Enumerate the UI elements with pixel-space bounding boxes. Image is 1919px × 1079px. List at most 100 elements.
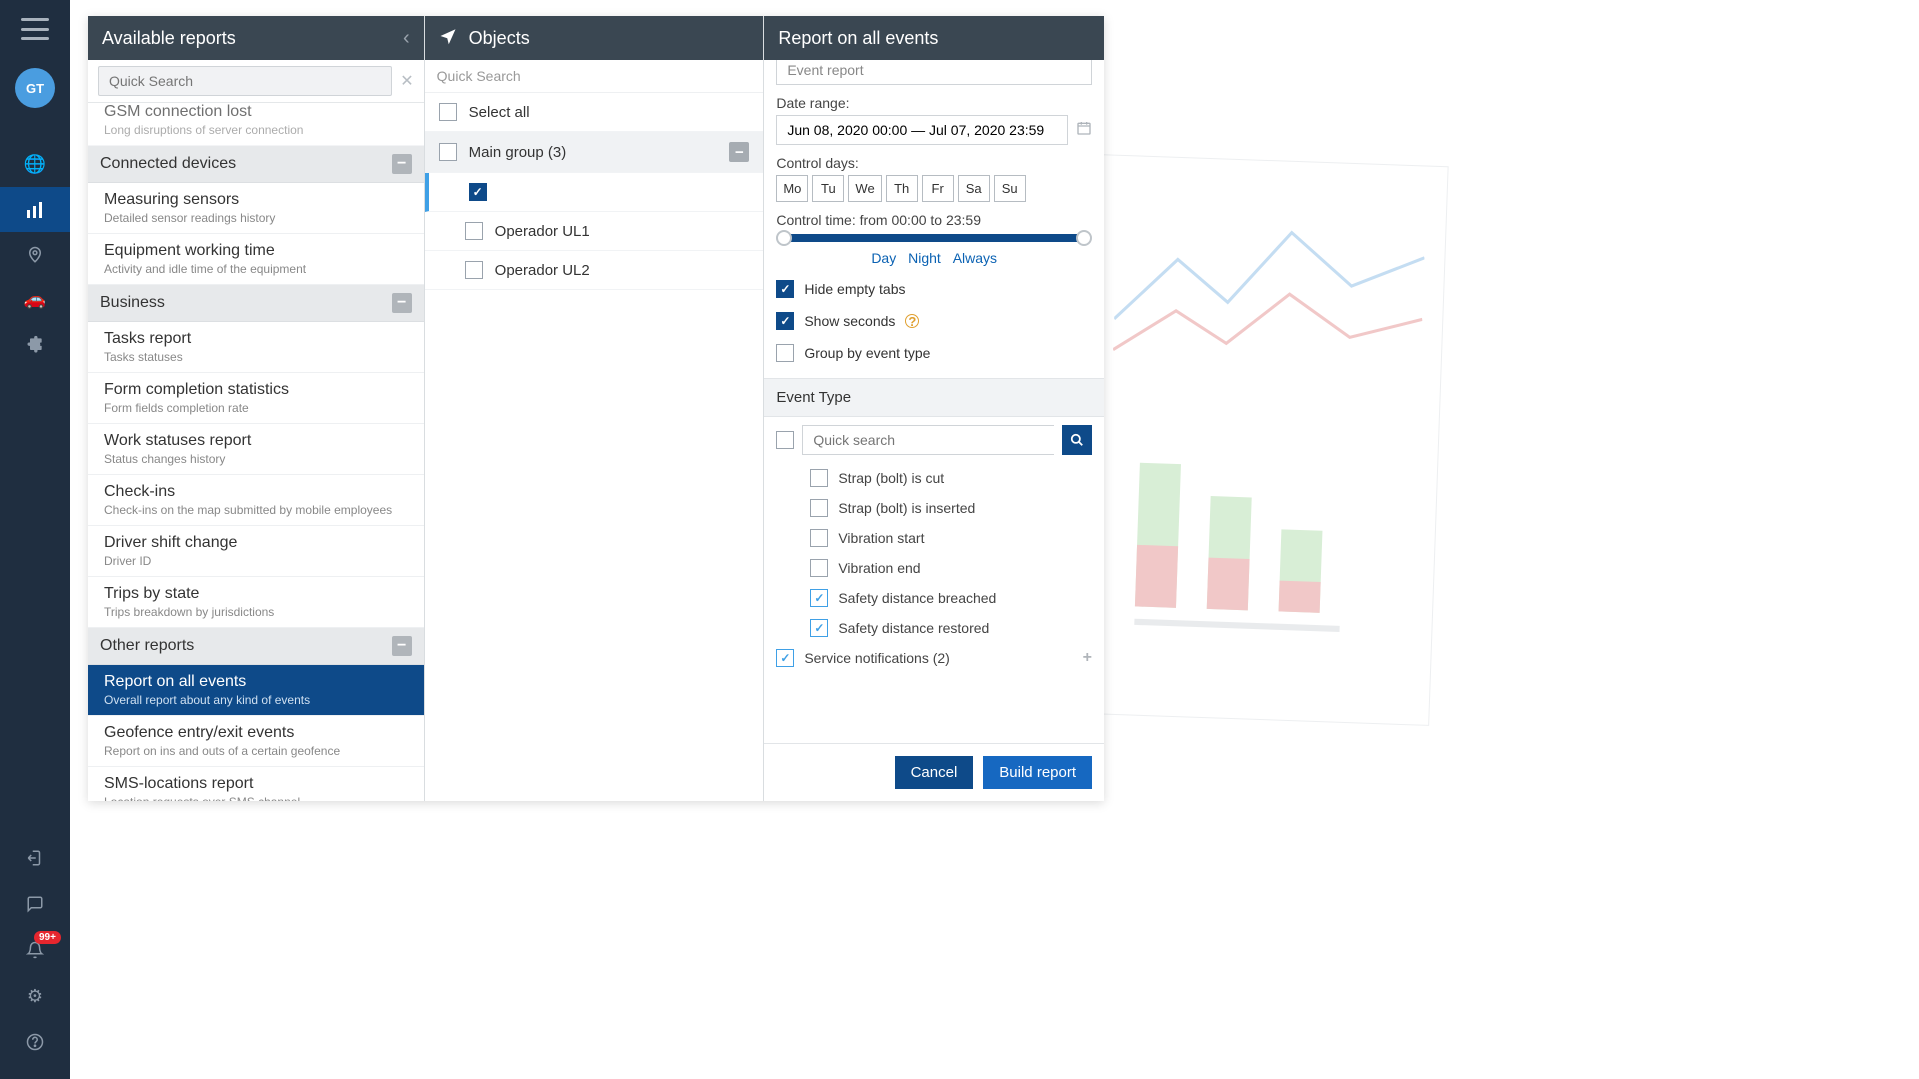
- menu-toggle[interactable]: [21, 18, 49, 40]
- report-item-title: Geofence entry/exit events: [104, 724, 408, 742]
- help-icon[interactable]: [0, 1019, 70, 1065]
- report-group-header[interactable]: Other reports −: [88, 628, 424, 665]
- event-type-row[interactable]: Safety distance breached: [764, 583, 1104, 613]
- event-type-row[interactable]: Strap (bolt) is cut: [764, 463, 1104, 493]
- event-type-checkbox[interactable]: [810, 469, 828, 487]
- event-type-row[interactable]: Vibration start: [764, 523, 1104, 553]
- date-range-input[interactable]: [776, 115, 1068, 145]
- objects-panel: Objects Quick Search Select all Main gro…: [425, 16, 765, 801]
- objects-search-input[interactable]: Quick Search: [425, 60, 764, 93]
- settings-icon[interactable]: ⚙: [0, 973, 70, 1019]
- collapse-group-icon[interactable]: −: [729, 142, 749, 162]
- day-toggle[interactable]: Su: [994, 175, 1026, 202]
- day-toggle[interactable]: Tu: [812, 175, 844, 202]
- preset-night-link[interactable]: Night: [908, 250, 941, 266]
- report-group-header[interactable]: Business −: [88, 285, 424, 322]
- report-item-desc: Detailed sensor readings history: [104, 211, 408, 225]
- day-toggle[interactable]: Th: [886, 175, 918, 202]
- date-range-label: Date range:: [776, 95, 1092, 111]
- object-checkbox[interactable]: [465, 261, 483, 279]
- report-item[interactable]: Report on all events Overall report abou…: [88, 665, 424, 716]
- notif-badge: 99+: [34, 931, 61, 944]
- available-reports-panel: Available reports ‹ ✕ GSM connection los…: [88, 16, 425, 801]
- report-item-title: Check-ins: [104, 483, 408, 501]
- pin-icon[interactable]: [0, 232, 70, 277]
- report-item[interactable]: Geofence entry/exit events Report on ins…: [88, 716, 424, 767]
- service-notifications-checkbox[interactable]: [776, 649, 794, 667]
- panel-title: Report on all events: [778, 28, 938, 49]
- collapse-icon[interactable]: ‹: [403, 27, 410, 50]
- expand-icon[interactable]: +: [1083, 649, 1092, 667]
- report-item[interactable]: Work statuses report Status changes hist…: [88, 424, 424, 475]
- preset-always-link[interactable]: Always: [953, 250, 997, 266]
- group-checkbox[interactable]: [439, 143, 457, 161]
- event-type-row[interactable]: Strap (bolt) is inserted: [764, 493, 1104, 523]
- logout-icon[interactable]: [0, 835, 70, 881]
- event-type-row[interactable]: Vibration end: [764, 553, 1104, 583]
- control-time-label: Control time: from 00:00 to 23:59: [776, 212, 1092, 228]
- preset-day-link[interactable]: Day: [871, 250, 896, 266]
- time-range-slider[interactable]: [776, 234, 1092, 242]
- notifications-icon[interactable]: 99+: [0, 927, 70, 973]
- chat-icon[interactable]: [0, 881, 70, 927]
- event-type-checkbox[interactable]: [810, 529, 828, 547]
- report-item[interactable]: Driver shift change Driver ID: [88, 526, 424, 577]
- reports-search-input[interactable]: [98, 66, 392, 96]
- event-type-search-input[interactable]: [802, 425, 1054, 455]
- clear-search-icon[interactable]: ✕: [400, 71, 413, 91]
- collapse-icon[interactable]: −: [392, 154, 412, 174]
- hide-empty-label: Hide empty tabs: [804, 281, 905, 297]
- object-checkbox[interactable]: [469, 183, 487, 201]
- day-toggle[interactable]: Fr: [922, 175, 954, 202]
- event-type-checkbox[interactable]: [810, 559, 828, 577]
- show-seconds-label: Show seconds: [804, 313, 895, 329]
- puzzle-icon[interactable]: [0, 322, 70, 367]
- collapse-icon[interactable]: −: [392, 636, 412, 656]
- report-item[interactable]: Check-ins Check-ins on the map submitted…: [88, 475, 424, 526]
- report-name-input[interactable]: [776, 60, 1092, 85]
- day-toggle[interactable]: Mo: [776, 175, 808, 202]
- report-item[interactable]: GSM connection lost Long disruptions of …: [88, 103, 424, 146]
- show-seconds-checkbox[interactable]: [776, 312, 794, 330]
- report-panels: Available reports ‹ ✕ GSM connection los…: [88, 16, 1104, 801]
- select-all-checkbox[interactable]: [439, 103, 457, 121]
- object-item[interactable]: Demo gh5200: [425, 173, 764, 212]
- report-item-title: Report on all events: [104, 673, 408, 691]
- car-icon[interactable]: 🚗: [0, 277, 70, 322]
- report-item[interactable]: Form completion statistics Form fields c…: [88, 373, 424, 424]
- build-report-button[interactable]: Build report: [983, 756, 1092, 789]
- group-by-type-label: Group by event type: [804, 345, 930, 361]
- reports-icon[interactable]: [0, 187, 70, 232]
- object-checkbox[interactable]: [465, 222, 483, 240]
- collapse-icon[interactable]: −: [392, 293, 412, 313]
- object-item[interactable]: Operador UL2: [425, 251, 764, 290]
- report-item[interactable]: Measuring sensors Detailed sensor readin…: [88, 183, 424, 234]
- user-avatar[interactable]: GT: [15, 68, 55, 108]
- event-type-checkbox[interactable]: [810, 589, 828, 607]
- group-by-type-checkbox[interactable]: [776, 344, 794, 362]
- search-button[interactable]: [1062, 425, 1092, 455]
- report-item[interactable]: Tasks report Tasks statuses: [88, 322, 424, 373]
- report-item[interactable]: Equipment working time Activity and idle…: [88, 234, 424, 285]
- hide-empty-checkbox[interactable]: [776, 280, 794, 298]
- group-label: Main group (3): [469, 144, 567, 161]
- report-item[interactable]: Trips by state Trips breakdown by jurisd…: [88, 577, 424, 628]
- event-type-checkbox[interactable]: [810, 499, 828, 517]
- cancel-button[interactable]: Cancel: [895, 756, 974, 789]
- day-toggle[interactable]: Sa: [958, 175, 990, 202]
- panel-title: Available reports: [102, 28, 236, 49]
- event-type-row[interactable]: Safety distance restored: [764, 613, 1104, 643]
- select-all-row[interactable]: Select all: [425, 93, 764, 132]
- event-type-checkbox[interactable]: [810, 619, 828, 637]
- day-toggle[interactable]: We: [848, 175, 881, 202]
- report-group-header[interactable]: Connected devices −: [88, 146, 424, 183]
- service-notifications-row[interactable]: Service notifications (2) +: [764, 643, 1104, 673]
- report-item[interactable]: SMS-locations report Location requests o…: [88, 767, 424, 801]
- event-type-all-checkbox[interactable]: [776, 431, 794, 449]
- object-group-row[interactable]: Main group (3) −: [425, 132, 764, 173]
- report-item-title: Equipment working time: [104, 242, 408, 260]
- help-tooltip-icon[interactable]: ?: [905, 314, 919, 328]
- object-item[interactable]: Operador UL1: [425, 212, 764, 251]
- calendar-icon[interactable]: [1076, 120, 1092, 140]
- globe-icon[interactable]: 🌐: [0, 142, 70, 187]
